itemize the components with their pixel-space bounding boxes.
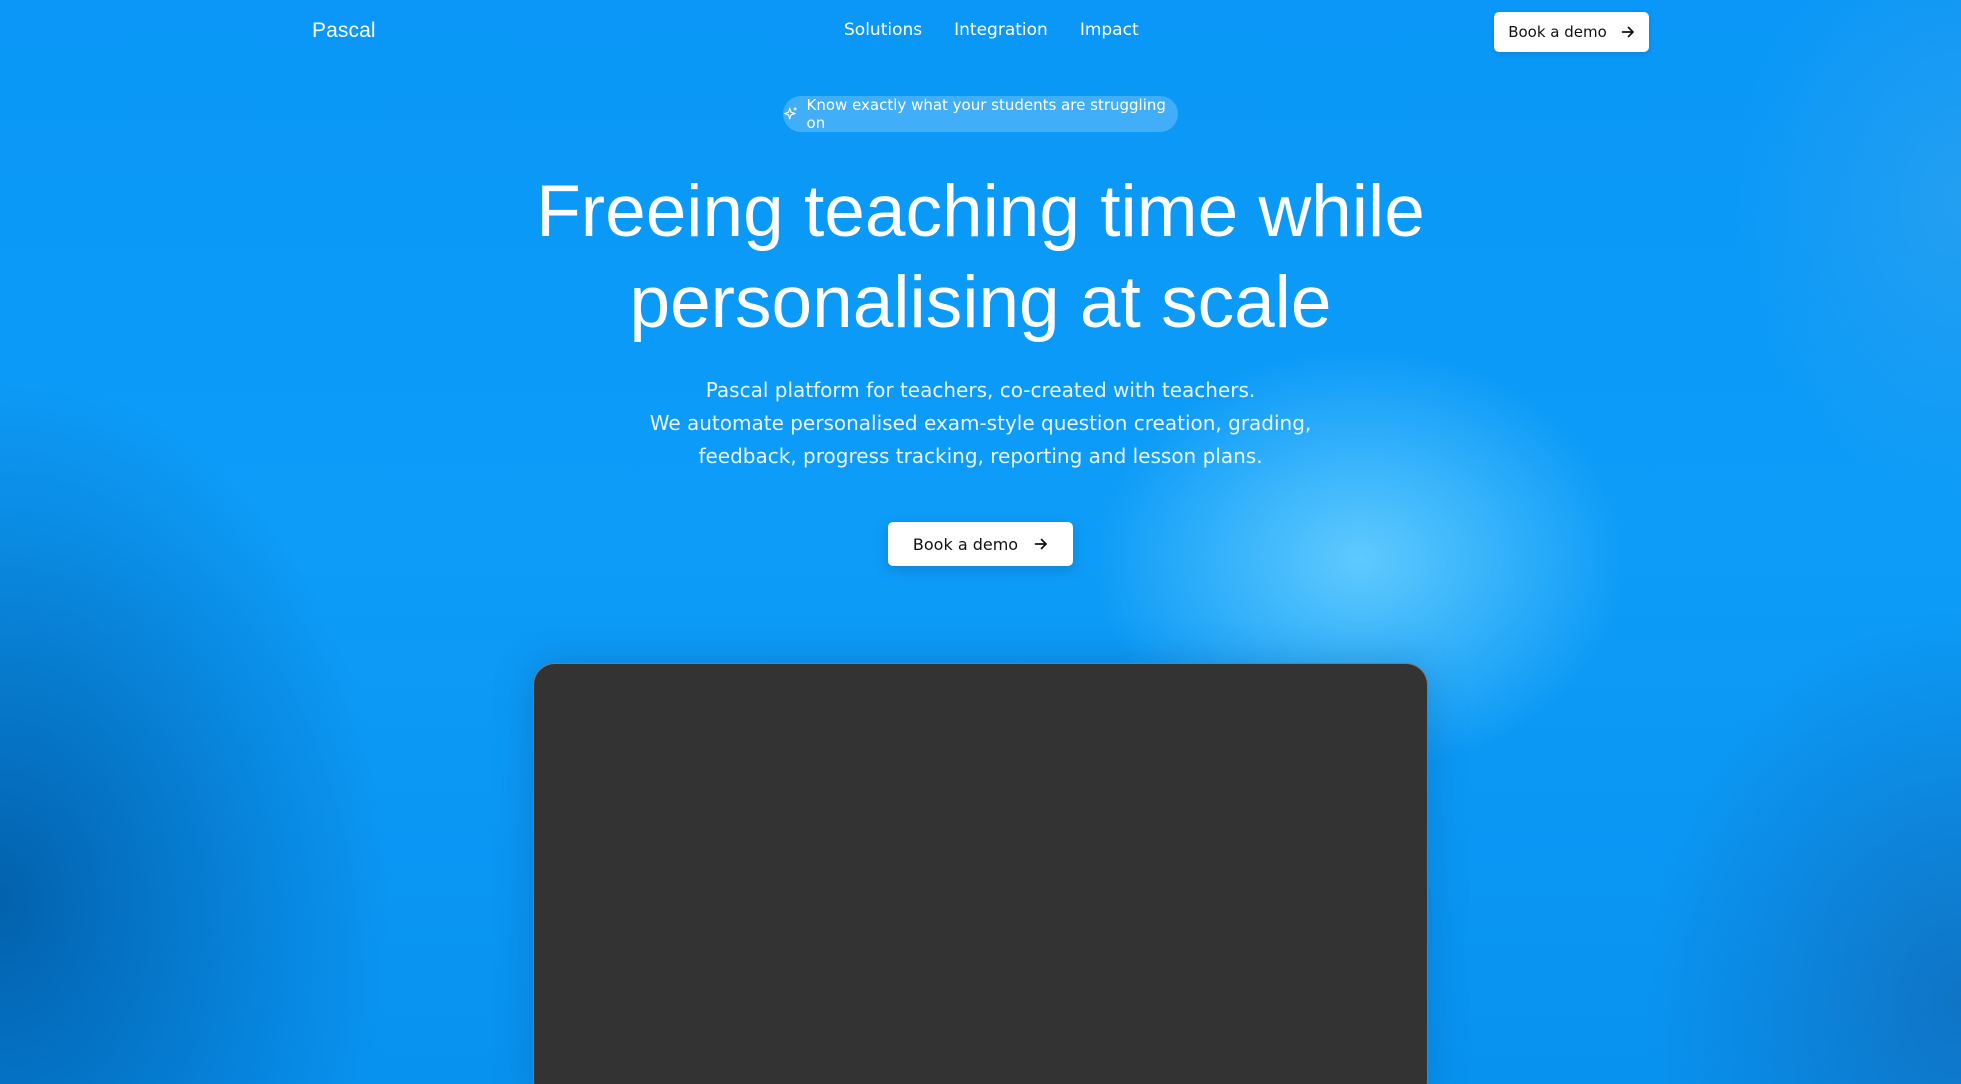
hero-subtitle-line1: Pascal platform for teachers, co-created… <box>705 378 1256 402</box>
sparkle-icon <box>783 107 797 120</box>
hero-subtitle-line2: We automate personalised exam-style ques… <box>649 411 1312 435</box>
book-demo-hero-button[interactable]: Book a demo <box>888 522 1073 566</box>
book-demo-nav-button[interactable]: Book a demo <box>1494 12 1649 52</box>
hero-subtitle: Pascal platform for teachers, co-created… <box>0 374 1961 473</box>
hero-headline-line2: personalising at scale <box>629 262 1332 343</box>
book-demo-hero-label: Book a demo <box>912 534 1019 554</box>
arrow-right-icon <box>1621 26 1634 38</box>
product-preview-panel <box>533 663 1428 1084</box>
book-demo-nav-label: Book a demo <box>1508 23 1607 41</box>
nav-link-integration[interactable]: Integration <box>954 20 1048 40</box>
arrow-right-icon <box>1034 538 1047 550</box>
hero-headline: Freeing teaching time while personalisin… <box>0 166 1961 348</box>
hero-subtitle-line3: feedback, progress tracking, reporting a… <box>698 444 1263 468</box>
nav-link-impact[interactable]: Impact <box>1080 20 1139 40</box>
top-navigation: Pascal Solutions Integration Impact Book… <box>0 0 1961 64</box>
announcement-text: Know exactly what your students are stru… <box>806 96 1166 132</box>
logo[interactable]: Pascal <box>312 19 376 43</box>
nav-links: Solutions Integration Impact <box>844 20 1139 40</box>
hero-headline-line1: Freeing teaching time while <box>536 171 1425 252</box>
announcement-badge: Know exactly what your students are stru… <box>783 96 1178 132</box>
nav-link-solutions[interactable]: Solutions <box>844 20 922 40</box>
